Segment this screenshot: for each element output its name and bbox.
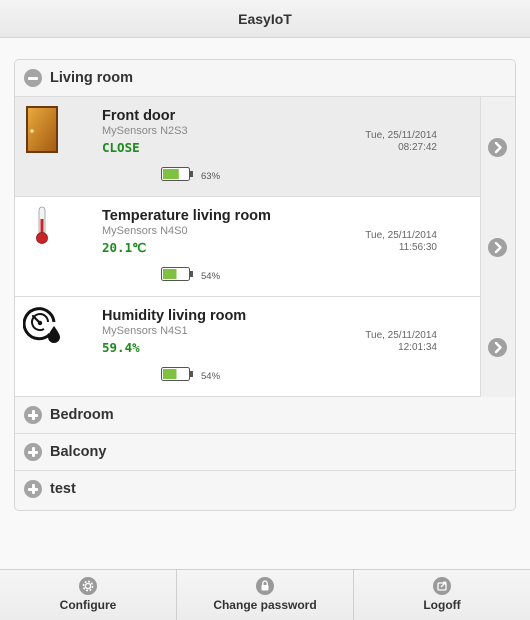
battery-percent: 63% [201, 171, 221, 182]
lock-icon [256, 577, 274, 595]
chevron-right-icon[interactable] [488, 138, 507, 157]
device-timestamp: Tue, 25/11/2014 08:27:42 [365, 130, 437, 154]
battery-percent: 54% [201, 371, 221, 382]
section-bedroom[interactable]: Bedroom [15, 397, 515, 434]
device-row-front-door[interactable]: Front door MySensors N2S3 CLOSE Tue, 25/… [15, 97, 515, 197]
logoff-button[interactable]: Logoff [354, 570, 530, 620]
room-list: Living room Front door MySensors N2S3 CL… [14, 59, 516, 511]
device-timestamp: Tue, 25/11/2014 11:56:30 [365, 230, 437, 254]
device-node: MySensors N2S3 [102, 125, 188, 137]
device-node: MySensors N4S0 [102, 225, 188, 237]
collapse-icon[interactable] [24, 69, 42, 87]
thermometer-icon [23, 205, 63, 255]
section-label: Balcony [50, 444, 107, 460]
configure-label: Configure [59, 598, 117, 612]
device-date: Tue, 25/11/2014 [365, 130, 437, 141]
logoff-icon [433, 577, 451, 595]
device-timestamp: Tue, 25/11/2014 12:01:34 [365, 330, 437, 354]
app-header: EasyIoT [0, 0, 530, 38]
chevron-right-icon[interactable] [488, 338, 507, 357]
device-node: MySensors N4S1 [102, 325, 188, 337]
door-icon [23, 105, 63, 155]
battery-icon [161, 267, 193, 281]
section-living-room[interactable]: Living room [15, 60, 515, 97]
device-detail-button[interactable] [480, 297, 515, 397]
device-value: 59.4% [102, 340, 140, 355]
battery-icon [161, 167, 193, 181]
device-detail-button[interactable] [480, 197, 515, 297]
section-label: Bedroom [50, 407, 114, 423]
device-row-humidity[interactable]: Humidity living room MySensors N4S1 59.4… [15, 297, 515, 397]
section-test[interactable]: test [15, 471, 515, 508]
battery-icon [161, 367, 193, 381]
section-label: test [50, 481, 76, 497]
battery-percent: 54% [201, 271, 221, 282]
configure-button[interactable]: Configure [0, 570, 177, 620]
device-detail-button[interactable] [480, 97, 515, 197]
expand-icon[interactable] [24, 443, 42, 461]
device-date: Tue, 25/11/2014 [365, 330, 437, 341]
device-name: Humidity living room [102, 308, 247, 324]
logoff-label: Logoff [423, 598, 461, 612]
footer-toolbar: Configure Change password Logoff [0, 569, 530, 620]
device-row-temperature[interactable]: Temperature living room MySensors N4S0 2… [15, 197, 515, 297]
change-password-button[interactable]: Change password [177, 570, 354, 620]
device-value: 20.1℃ [102, 240, 147, 255]
humidity-gauge-icon [22, 305, 63, 355]
chevron-right-icon[interactable] [488, 238, 507, 257]
device-name: Temperature living room [102, 208, 271, 224]
expand-icon[interactable] [24, 406, 42, 424]
device-time: 12:01:34 [398, 342, 437, 353]
device-time: 11:56:30 [398, 242, 437, 253]
device-time: 08:27:42 [398, 142, 437, 153]
gear-icon [79, 577, 97, 595]
app-title: EasyIoT [238, 11, 292, 27]
section-balcony[interactable]: Balcony [15, 434, 515, 471]
section-label: Living room [50, 70, 133, 86]
expand-icon[interactable] [24, 480, 42, 498]
device-value: CLOSE [102, 140, 140, 155]
device-name: Front door [102, 108, 176, 124]
change-password-label: Change password [213, 598, 317, 612]
device-date: Tue, 25/11/2014 [365, 230, 437, 241]
